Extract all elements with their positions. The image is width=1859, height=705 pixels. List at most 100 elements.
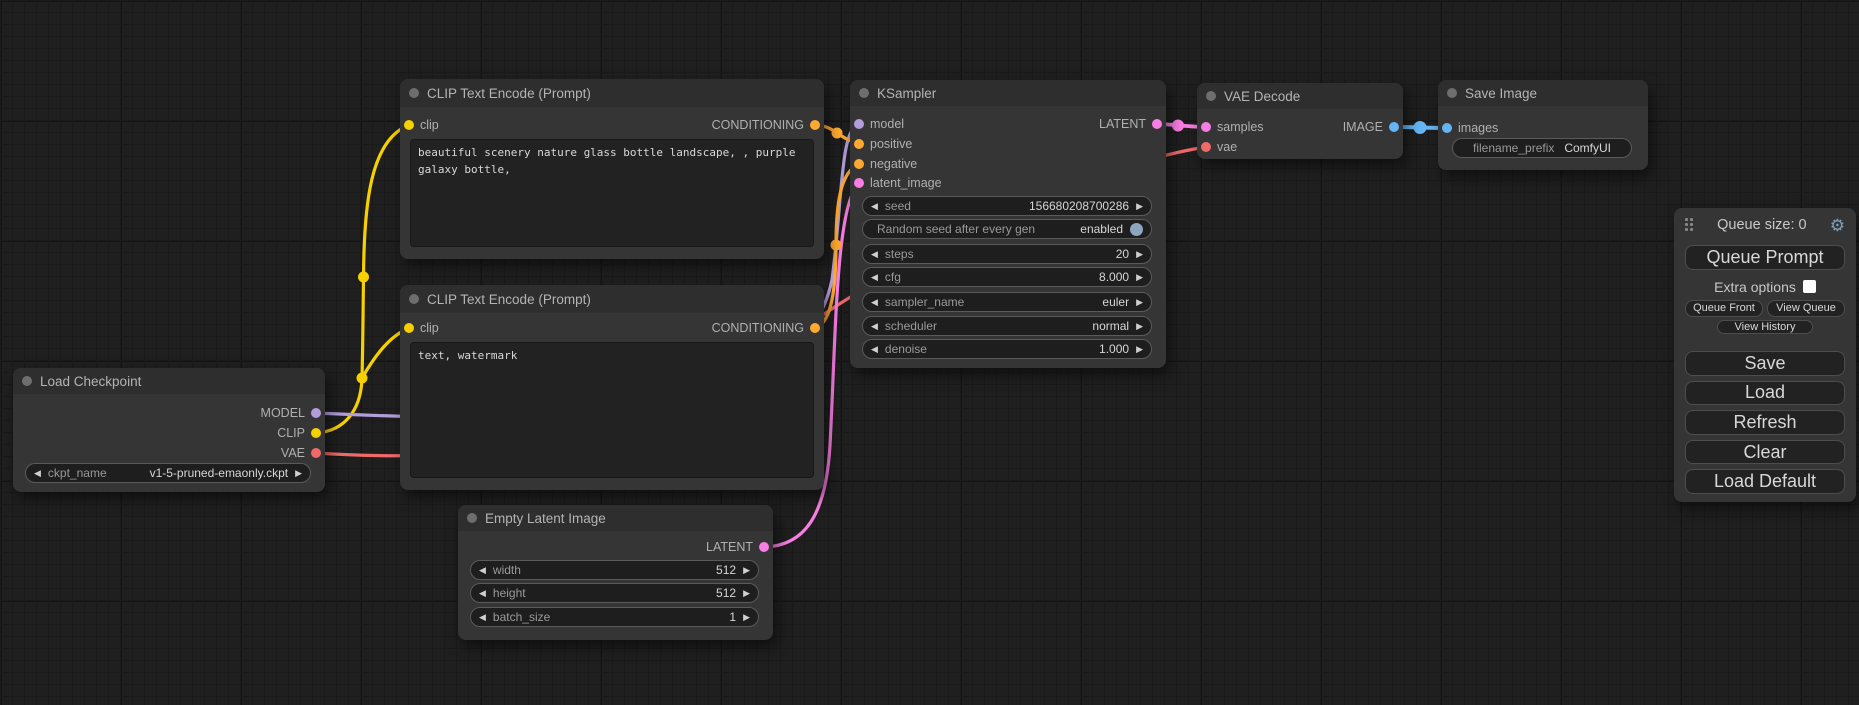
height-widget[interactable]: ◀ height 512 ▶ (470, 583, 759, 603)
samples-input-port[interactable] (1201, 122, 1211, 132)
link-dot (358, 272, 369, 283)
settings-gear-icon[interactable]: ⚙ (1830, 217, 1845, 234)
model-input-port[interactable] (854, 119, 864, 129)
load-default-button[interactable]: Load Default (1685, 469, 1845, 494)
clear-button[interactable]: Clear (1685, 440, 1845, 465)
increment-arrow-icon[interactable]: ▶ (1136, 298, 1143, 307)
extra-options-checkbox[interactable] (1803, 280, 1816, 293)
decrement-arrow-icon[interactable]: ◀ (479, 589, 486, 598)
positive-prompt-textarea[interactable]: beautiful scenery nature glass bottle la… (410, 139, 814, 247)
decrement-arrow-icon[interactable]: ◀ (871, 250, 878, 259)
view-history-button[interactable]: View History (1717, 320, 1813, 335)
conditioning-output-port[interactable] (810, 323, 820, 333)
decrement-arrow-icon[interactable]: ◀ (871, 322, 878, 331)
queue-panel: Queue size: 0 ⚙ Queue Prompt Extra optio… (1674, 208, 1856, 502)
vae-input-label: vae (1217, 140, 1237, 154)
node-title-bar[interactable]: Empty Latent Image (458, 505, 773, 531)
toggle-knob-icon[interactable] (1130, 223, 1143, 236)
image-output-port[interactable] (1389, 122, 1399, 132)
collapse-dot-icon[interactable] (1447, 88, 1457, 98)
conditioning-output-port[interactable] (810, 120, 820, 130)
decrement-arrow-icon[interactable]: ◀ (871, 345, 878, 354)
refresh-button[interactable]: Refresh (1685, 410, 1845, 435)
collapse-dot-icon[interactable] (409, 88, 419, 98)
negative-input-port[interactable] (854, 159, 864, 169)
conditioning-output-label: CONDITIONING (712, 118, 804, 132)
model-output-port[interactable] (311, 408, 321, 418)
node-title: CLIP Text Encode (Prompt) (427, 86, 591, 101)
queue-prompt-button[interactable]: Queue Prompt (1685, 245, 1845, 270)
increment-arrow-icon[interactable]: ▶ (1136, 273, 1143, 282)
node-title-bar[interactable]: Save Image (1438, 80, 1648, 106)
increment-arrow-icon[interactable]: ▶ (743, 589, 750, 598)
comfyui-canvas[interactable]: { "icons": { "left_arrow": "◀", "right_a… (0, 0, 1859, 705)
node-clip-text-encode-positive[interactable]: CLIP Text Encode (Prompt) clip CONDITION… (400, 79, 824, 259)
save-button[interactable]: Save (1685, 351, 1845, 376)
collapse-dot-icon[interactable] (859, 88, 869, 98)
node-save-image[interactable]: Save Image images filename_prefix ComfyU… (1438, 80, 1648, 170)
filename-prefix-widget[interactable]: filename_prefix ComfyUI (1452, 138, 1632, 158)
increment-arrow-icon[interactable]: ▶ (743, 613, 750, 622)
node-load-checkpoint[interactable]: Load Checkpoint MODEL CLIP VAE ◀ ckpt_na… (13, 368, 325, 492)
width-widget[interactable]: ◀ width 512 ▶ (470, 560, 759, 580)
extra-options-label: Extra options (1714, 279, 1796, 295)
node-title-bar[interactable]: CLIP Text Encode (Prompt) (400, 285, 824, 313)
node-title: Load Checkpoint (40, 374, 141, 389)
images-input-port[interactable] (1442, 123, 1452, 133)
latent-output-port[interactable] (759, 542, 769, 552)
collapse-dot-icon[interactable] (409, 294, 419, 304)
collapse-dot-icon[interactable] (467, 513, 477, 523)
increment-arrow-icon[interactable]: ▶ (295, 469, 302, 478)
collapse-dot-icon[interactable] (1206, 91, 1216, 101)
negative-input-label: negative (870, 157, 917, 171)
clip-input-port[interactable] (404, 120, 414, 130)
vae-output-port[interactable] (311, 448, 321, 458)
samples-input-label: samples (1217, 120, 1264, 134)
decrement-arrow-icon[interactable]: ◀ (479, 613, 486, 622)
ckpt-name-widget[interactable]: ◀ ckpt_name v1-5-pruned-emaonly.ckpt ▶ (25, 463, 311, 483)
batch-size-widget[interactable]: ◀ batch_size 1 ▶ (470, 607, 759, 627)
latent-image-input-port[interactable] (854, 178, 864, 188)
increment-arrow-icon[interactable]: ▶ (1136, 250, 1143, 259)
node-clip-text-encode-negative[interactable]: CLIP Text Encode (Prompt) clip CONDITION… (400, 285, 824, 490)
decrement-arrow-icon[interactable]: ◀ (479, 566, 486, 575)
decrement-arrow-icon[interactable]: ◀ (871, 202, 878, 211)
conditioning-output-label: CONDITIONING (712, 321, 804, 335)
increment-arrow-icon[interactable]: ▶ (1136, 322, 1143, 331)
vae-input-port[interactable] (1201, 142, 1211, 152)
node-title-bar[interactable]: Load Checkpoint (13, 368, 325, 394)
cfg-widget[interactable]: ◀ cfg 8.000 ▶ (862, 267, 1152, 287)
latent-output-label: LATENT (706, 540, 753, 554)
sampler-name-widget[interactable]: ◀ sampler_name euler ▶ (862, 292, 1152, 312)
increment-arrow-icon[interactable]: ▶ (743, 566, 750, 575)
link-dot (831, 240, 842, 251)
clip-output-port[interactable] (311, 428, 321, 438)
random-seed-toggle-widget[interactable]: Random seed after every gen enabled (862, 219, 1152, 239)
node-empty-latent-image[interactable]: Empty Latent Image LATENT ◀ width 512 ▶ … (458, 505, 773, 640)
panel-drag-handle-icon[interactable] (1685, 218, 1694, 232)
decrement-arrow-icon[interactable]: ◀ (34, 469, 41, 478)
increment-arrow-icon[interactable]: ▶ (1136, 345, 1143, 354)
denoise-widget[interactable]: ◀ denoise 1.000 ▶ (862, 339, 1152, 359)
node-title-bar[interactable]: VAE Decode (1197, 83, 1403, 109)
positive-input-port[interactable] (854, 139, 864, 149)
view-queue-button[interactable]: View Queue (1767, 300, 1845, 317)
increment-arrow-icon[interactable]: ▶ (1136, 202, 1143, 211)
clip-input-port[interactable] (404, 323, 414, 333)
node-vae-decode[interactable]: VAE Decode samples IMAGE vae (1197, 83, 1403, 159)
node-title-bar[interactable]: CLIP Text Encode (Prompt) (400, 79, 824, 107)
decrement-arrow-icon[interactable]: ◀ (871, 273, 878, 282)
node-title: Empty Latent Image (485, 511, 606, 526)
load-button[interactable]: Load (1685, 381, 1845, 406)
steps-widget[interactable]: ◀ steps 20 ▶ (862, 244, 1152, 264)
seed-widget[interactable]: ◀ seed 156680208700286 ▶ (862, 196, 1152, 216)
clip-output-label: CLIP (277, 426, 305, 440)
queue-front-button[interactable]: Queue Front (1685, 300, 1763, 317)
node-title-bar[interactable]: KSampler (850, 80, 1166, 106)
latent-output-port[interactable] (1152, 119, 1162, 129)
negative-prompt-textarea[interactable]: text, watermark (410, 342, 814, 478)
collapse-dot-icon[interactable] (22, 376, 32, 386)
node-ksampler[interactable]: KSampler model LATENT positive negative … (850, 80, 1166, 368)
scheduler-widget[interactable]: ◀ scheduler normal ▶ (862, 316, 1152, 336)
decrement-arrow-icon[interactable]: ◀ (871, 298, 878, 307)
